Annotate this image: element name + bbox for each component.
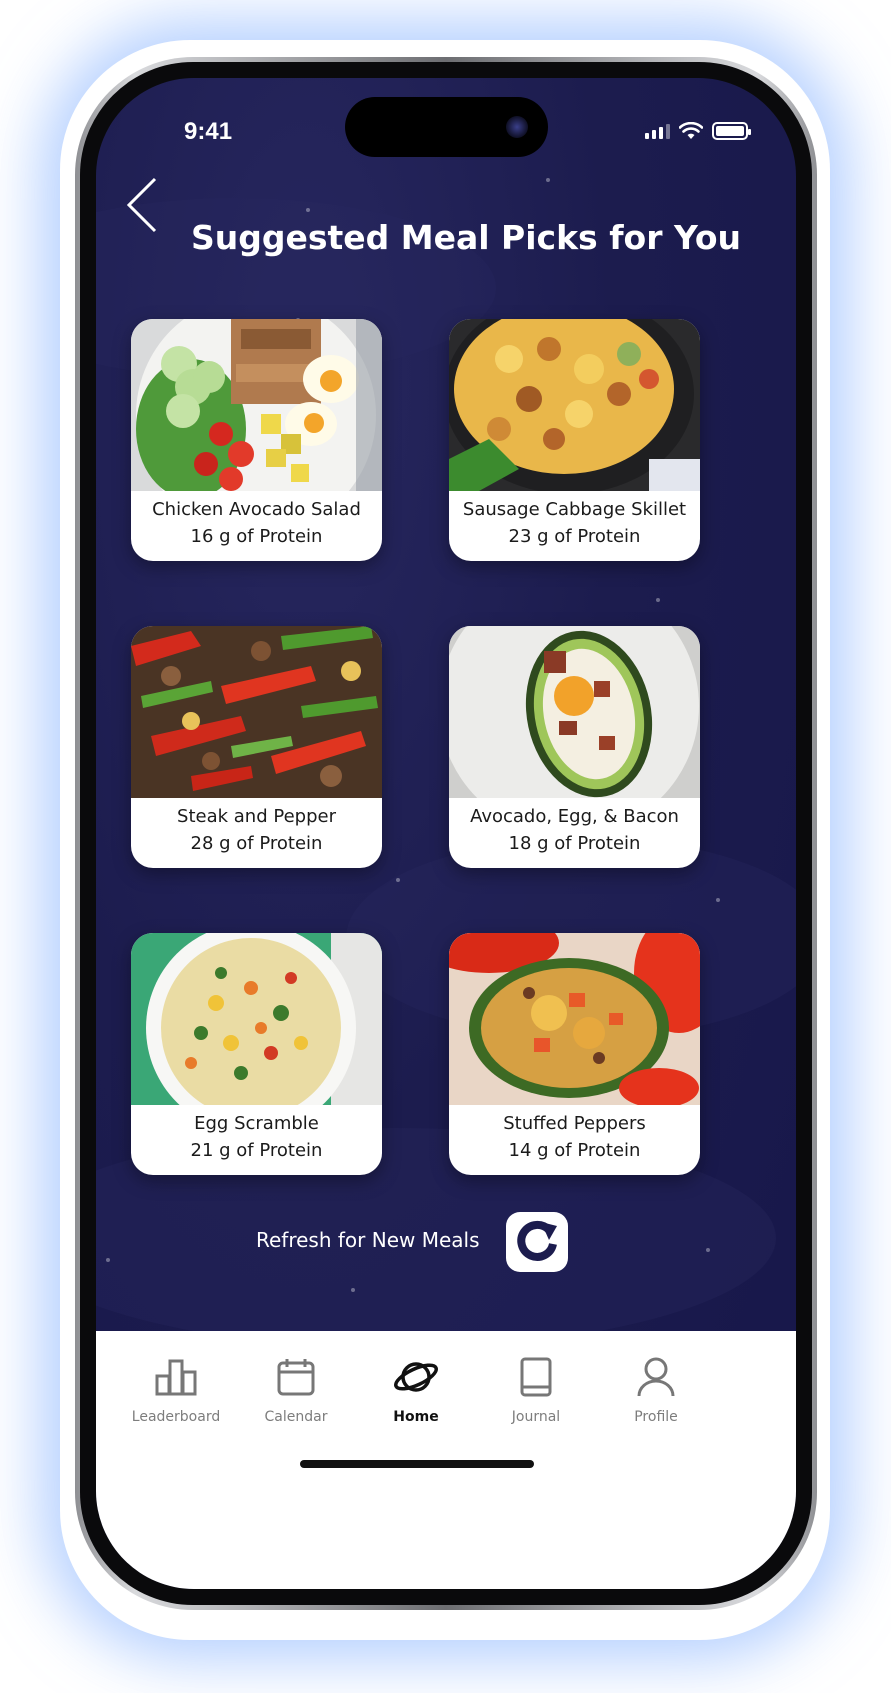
status-icons [645, 122, 751, 140]
tab-home[interactable]: Home [356, 1355, 476, 1425]
bg-star [351, 1288, 355, 1292]
dynamic-island [345, 97, 548, 157]
meal-photo-steak [131, 626, 382, 798]
meal-name: Steak and Pepper [177, 806, 336, 827]
meal-protein: 21 g of Protein [190, 1140, 323, 1161]
status-time: 9:41 [184, 118, 233, 145]
meal-photo-avocado [449, 626, 700, 798]
calendar-icon [277, 1359, 315, 1396]
signal-icon [645, 123, 670, 139]
refresh-icon [517, 1220, 557, 1261]
meal-card-sausage-cabbage-skillet[interactable]: Sausage Cabbage Skillet 23 g of Protein [449, 319, 700, 561]
tab-label: Leaderboard [131, 1409, 221, 1425]
meal-name: Stuffed Peppers [503, 1113, 646, 1134]
meal-photo-salad [131, 319, 382, 491]
bg-star [716, 898, 720, 902]
meal-protein: 28 g of Protein [190, 833, 323, 854]
meal-name: Avocado, Egg, & Bacon [470, 806, 679, 827]
refresh-label: Refresh for New Meals [256, 1228, 480, 1252]
tab-label: Profile [634, 1409, 678, 1425]
meal-protein: 23 g of Protein [508, 526, 641, 547]
meal-card-avocado-egg-bacon[interactable]: Avocado, Egg, & Bacon 18 g of Protein [449, 626, 700, 868]
meal-photo-skillet [449, 319, 700, 491]
tab-label: Calendar [264, 1409, 328, 1425]
battery-icon [712, 122, 751, 140]
leaderboard-icon [155, 1359, 197, 1396]
meal-name: Chicken Avocado Salad [152, 499, 361, 520]
meal-name: Sausage Cabbage Skillet [462, 499, 687, 520]
phone-bezel: 9:41 Suggested Meal Picks for You Chicke… [80, 62, 812, 1605]
tab-label: Home [393, 1409, 439, 1425]
meal-photo-peppers [449, 933, 700, 1105]
tab-profile[interactable]: Profile [596, 1355, 716, 1425]
bg-star [306, 208, 310, 212]
tab-calendar[interactable]: Calendar [236, 1355, 356, 1425]
meal-protein: 16 g of Protein [190, 526, 323, 547]
home-indicator [300, 1460, 534, 1468]
meal-card-egg-scramble[interactable]: Egg Scramble 21 g of Protein [131, 933, 382, 1175]
meal-protein: 18 g of Protein [508, 833, 641, 854]
bg-star [656, 598, 660, 602]
bg-star [106, 1258, 110, 1262]
meal-card-steak-and-pepper[interactable]: Steak and Pepper 28 g of Protein [131, 626, 382, 868]
wifi-icon [679, 122, 703, 139]
meal-photo-scramble [131, 933, 382, 1105]
bg-star [706, 1248, 710, 1252]
meal-card-chicken-avocado-salad[interactable]: Chicken Avocado Salad 16 g of Protein [131, 319, 382, 561]
person-icon [637, 1357, 675, 1397]
refresh-button[interactable] [506, 1212, 568, 1272]
front-camera [506, 116, 528, 138]
tab-leaderboard[interactable]: Leaderboard [116, 1355, 236, 1425]
meal-protein: 14 g of Protein [508, 1140, 641, 1161]
meal-name: Egg Scramble [194, 1113, 319, 1134]
bottom-tab-bar: Leaderboard Calendar Home Journal Profil… [96, 1331, 796, 1589]
meal-card-stuffed-peppers[interactable]: Stuffed Peppers 14 g of Protein [449, 933, 700, 1175]
book-icon [520, 1357, 552, 1397]
tab-journal[interactable]: Journal [476, 1355, 596, 1425]
phone-frame: 9:41 Suggested Meal Picks for You Chicke… [75, 57, 817, 1610]
bg-star [396, 878, 400, 882]
bg-star [546, 178, 550, 182]
page-title: Suggested Meal Picks for You [190, 218, 742, 257]
tab-label: Journal [511, 1409, 561, 1425]
app-screen: 9:41 Suggested Meal Picks for You Chicke… [96, 78, 796, 1589]
planet-icon [394, 1362, 438, 1392]
